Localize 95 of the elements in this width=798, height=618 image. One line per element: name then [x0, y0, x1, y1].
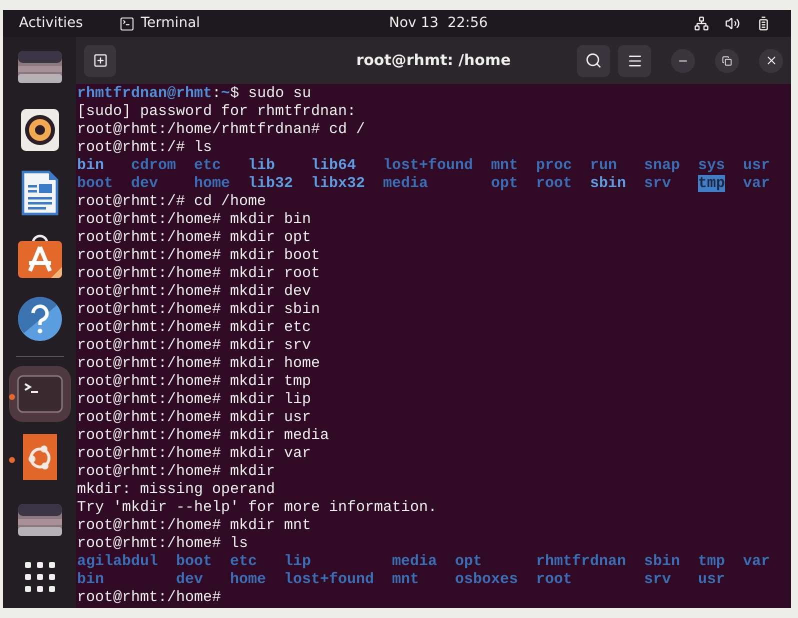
terminal-line: root@rhmt:/home# mkdir etc: [77, 319, 312, 337]
app-grid-icon: [24, 561, 56, 593]
terminal-line: root@rhmt:/home# mkdir srv: [77, 337, 312, 355]
directory-name: lost+found: [284, 571, 374, 588]
activities-button[interactable]: Activities: [19, 13, 83, 34]
directory-name: libx32: [311, 175, 366, 192]
terminal-line: root@rhmt:/home#: [77, 589, 222, 607]
terminal-line: root@rhmt:/home# mkdir dev: [77, 283, 312, 301]
document-icon: [20, 170, 58, 216]
speaker-icon: [20, 108, 60, 152]
directory-name: lib64: [311, 157, 356, 174]
directory-name: agilabdul: [77, 553, 158, 570]
directory-name: sys: [698, 157, 726, 174]
directory-name: opt: [491, 175, 518, 192]
terminal-line: root@rhmt:/home# mkdir tmp: [77, 373, 312, 391]
directory-name: root: [536, 175, 572, 192]
terminal-line: root@rhmt:/home# mkdir mnt: [77, 517, 312, 535]
directory-name: home: [194, 175, 230, 192]
terminal-line: root@rhmt:/home# mkdir home: [77, 355, 320, 373]
terminal-line: root@rhmt:/home# mkdir: [77, 463, 276, 481]
directory-name: run: [590, 157, 618, 174]
terminal-line: root@rhmt:/home# ls: [77, 535, 248, 553]
window-title: root@rhmt: /home: [356, 50, 511, 72]
directory-name: usr: [743, 157, 770, 174]
terminal-line: root@rhmt:/home/rhmtfrdnan# cd /: [77, 121, 366, 139]
search-button[interactable]: [577, 44, 610, 76]
terminal-line: root@rhmt:/home# mkdir root: [77, 265, 320, 283]
directory-name: media: [392, 553, 438, 570]
directory-name: bin: [77, 157, 104, 174]
terminal-line: root@rhmt:/home# mkdir sbin: [77, 301, 320, 319]
directory-name: tmp: [698, 553, 726, 570]
directory-name: srv: [644, 175, 672, 192]
terminal-icon: [118, 16, 135, 32]
directory-name: cdrom: [131, 157, 176, 174]
terminal-line: root@rhmt:/home# mkdir var: [77, 445, 312, 463]
directory-name: home: [230, 571, 266, 588]
directory-name: rhmtfrdnan: [536, 553, 626, 570]
directory-name: boot: [176, 553, 212, 570]
directory-name: sbin: [590, 175, 626, 192]
directory-name: lip: [284, 553, 312, 570]
directory-name: usr: [698, 571, 726, 588]
directory-name: root: [536, 571, 572, 588]
directory-name: boot: [77, 175, 114, 192]
directory-name: var: [743, 553, 770, 570]
terminal-line: rhmtfrdnan@rhmt:~$ sudo su: [77, 85, 312, 103]
terminal-line: root@rhmt:/home# mkdir media: [77, 427, 330, 445]
directory-name: bin: [77, 571, 104, 588]
directory-name: lib: [248, 157, 276, 174]
terminal-line: Try 'mkdir --help' for more information.: [77, 499, 438, 517]
app-name[interactable]: Terminal: [140, 13, 200, 34]
directory-name: opt: [455, 553, 482, 570]
terminal-line: [sudo] password for rhmtfrdnan:: [77, 103, 356, 121]
directory-name: dev: [176, 571, 204, 588]
new-tab-icon: [92, 53, 108, 68]
ubuntu-logo-icon: [22, 434, 56, 480]
close-button[interactable]: [759, 48, 783, 72]
restore-icon: [722, 56, 732, 66]
shopping-bag-icon: [16, 233, 62, 279]
directory-name: snap: [644, 157, 680, 174]
directory-name: etc: [230, 553, 258, 570]
restore-button[interactable]: [715, 48, 739, 72]
new-tab-button[interactable]: [84, 44, 116, 76]
volume-icon[interactable]: [725, 16, 740, 31]
terminal-line: root@rhmt:/home# mkdir lip: [77, 391, 312, 409]
directory-name: osboxes: [455, 571, 518, 588]
directory-name: proc: [536, 157, 572, 174]
drive-icon: [16, 503, 62, 537]
terminal-line: root@rhmt:/home# mkdir boot: [77, 247, 320, 265]
directory-name: etc: [194, 157, 222, 174]
terminal-line: mkdir: missing operand: [77, 481, 276, 499]
directory-name: tmp: [698, 175, 726, 192]
help-icon: [16, 296, 62, 342]
terminal-line: root@rhmt:/home# mkdir bin: [77, 211, 312, 229]
terminal-line: root@rhmt:/# cd /home: [77, 193, 266, 211]
network-icon[interactable]: [694, 16, 709, 31]
directory-name: sbin: [644, 553, 680, 570]
directory-name: var: [743, 175, 770, 192]
terminal-icon: [16, 375, 62, 413]
directory-name: mnt: [491, 157, 518, 174]
terminal-line: root@rhmt:/home# mkdir usr: [77, 409, 312, 427]
directory-name: lost+found: [383, 157, 474, 174]
search-icon: [585, 52, 602, 69]
clock[interactable]: Nov 13 22:56: [389, 13, 488, 34]
terminal-line: root@rhmt:/home# mkdir opt: [77, 229, 312, 247]
battery-icon[interactable]: [756, 16, 771, 31]
menu-icon: [626, 52, 642, 68]
close-icon: [764, 54, 778, 67]
directory-name: lib32: [248, 175, 294, 192]
menu-button[interactable]: [618, 44, 651, 76]
directory-name: srv: [644, 571, 672, 588]
directory-name: mnt: [392, 571, 420, 588]
directory-name: dev: [131, 175, 158, 192]
drive-icon: [16, 50, 62, 84]
directory-name: media: [383, 175, 428, 192]
terminal-line: root@rhmt:/# ls: [77, 139, 212, 157]
